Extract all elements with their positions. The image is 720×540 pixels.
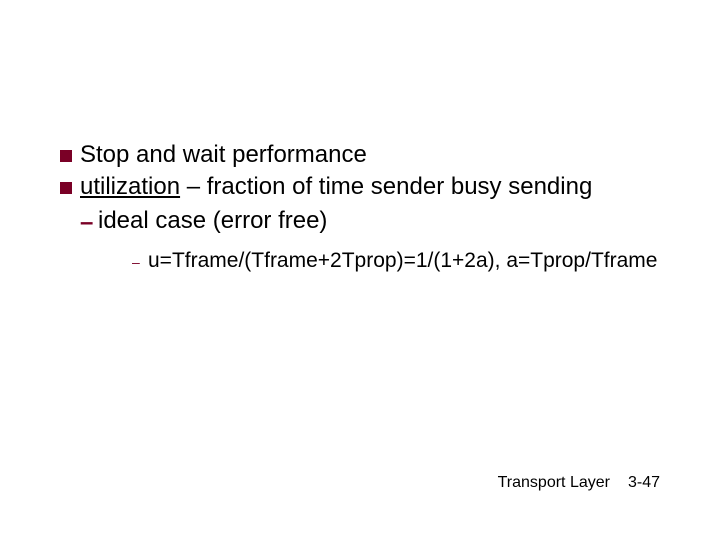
slide-footer: Transport Layer 3-47 <box>498 474 660 492</box>
bullet-text-2: utilization – fraction of time sender bu… <box>80 172 660 202</box>
dash-item-1: – ideal case (error free) <box>60 206 660 238</box>
slide-content: Stop and wait performance utilization – … <box>60 140 660 274</box>
footer-label: Transport Layer <box>498 474 610 491</box>
slide: Stop and wait performance utilization – … <box>0 0 720 540</box>
bullet-item-2: utilization – fraction of time sender bu… <box>60 172 660 202</box>
footer-page: 3-47 <box>628 474 660 491</box>
bullet-text-2-rest: – fraction of time sender busy sending <box>180 173 592 200</box>
bullet-item-1: Stop and wait performance <box>60 140 660 170</box>
dash-text-1: ideal case (error free) <box>98 206 660 236</box>
square-bullet-icon <box>60 182 72 194</box>
sub-dash-item-1: – u=Tframe/(Tframe+2Tprop)=1/(1+2a), a=T… <box>60 248 660 274</box>
square-bullet-icon <box>60 150 72 162</box>
dash-icon: – <box>80 208 98 238</box>
sub-dash-text-1: u=Tframe/(Tframe+2Tprop)=1/(1+2a), a=Tpr… <box>148 248 660 274</box>
bullet-text-1: Stop and wait performance <box>80 140 660 170</box>
bullet-text-2-underlined: utilization <box>80 173 180 200</box>
sub-dash-icon: – <box>132 254 148 272</box>
